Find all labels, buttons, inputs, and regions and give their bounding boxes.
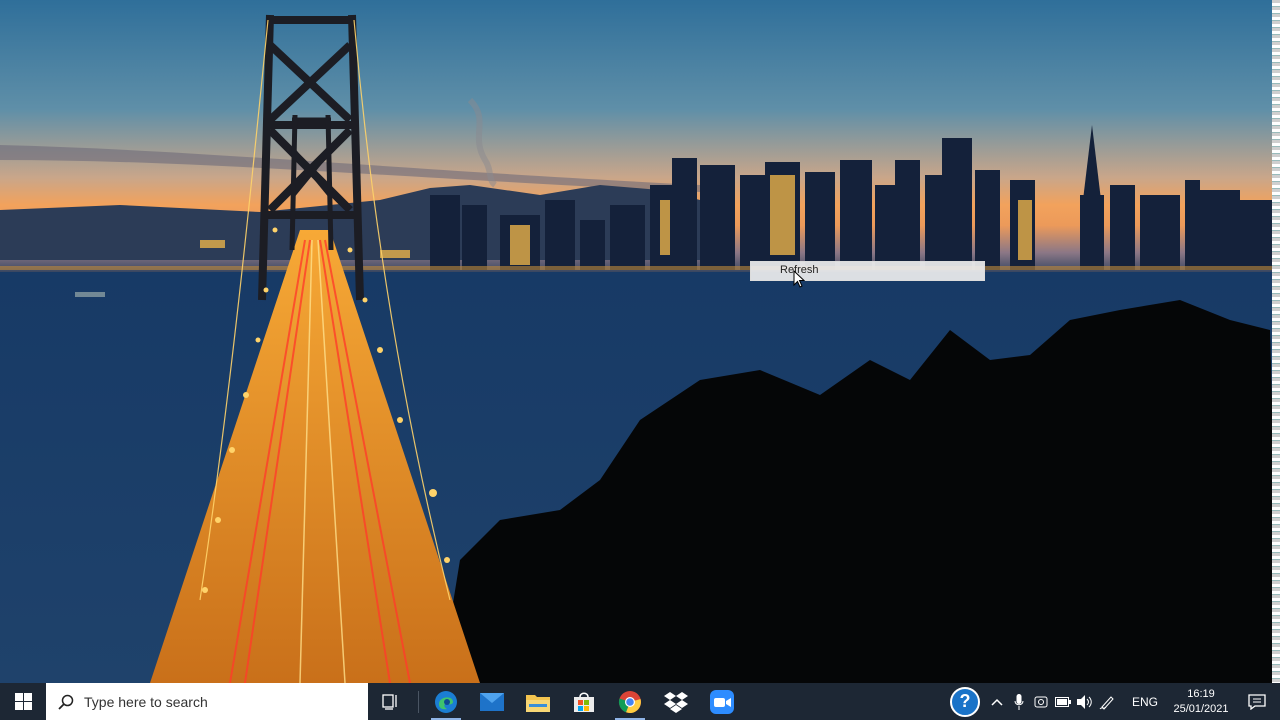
screen-edge-artifact [1272, 0, 1280, 683]
start-button[interactable] [0, 683, 46, 720]
volume-icon[interactable] [1074, 683, 1096, 720]
clock[interactable]: 16:19 25/01/2021 [1168, 687, 1234, 717]
edge-taskbar-button[interactable] [423, 683, 469, 720]
pen-ink-icon[interactable] [1096, 683, 1118, 720]
clock-date: 25/01/2021 [1173, 702, 1229, 715]
taskbar: Type here to search ? ENG 16:19 25/01/20… [0, 683, 1280, 720]
mouse-cursor-icon [793, 270, 805, 288]
zoom-taskbar-button[interactable] [699, 683, 745, 720]
search-placeholder: Type here to search [84, 693, 208, 710]
folder-icon [526, 694, 550, 712]
dropbox-icon [664, 691, 688, 713]
system-tray: ? ENG 16:19 25/01/2021 [949, 683, 1280, 720]
action-center-button[interactable] [1234, 683, 1280, 720]
notification-icon [1248, 693, 1266, 710]
show-hidden-icons-chevron-icon[interactable] [986, 683, 1008, 720]
task-view-icon [382, 693, 397, 710]
taskbar-separator [418, 690, 419, 713]
task-view-button[interactable] [368, 683, 414, 720]
store-bag-icon [574, 692, 594, 712]
dropbox-taskbar-button[interactable] [653, 683, 699, 720]
clock-time: 16:19 [1187, 687, 1215, 700]
desktop[interactable]: Refresh [0, 0, 1280, 683]
chrome-taskbar-button[interactable] [607, 683, 653, 720]
help-icon[interactable]: ? [949, 686, 980, 717]
mail-taskbar-button[interactable] [469, 683, 515, 720]
input-language[interactable]: ENG [1132, 695, 1158, 709]
battery-icon[interactable] [1052, 683, 1074, 720]
wallpaper-scene [0, 14, 1280, 683]
store-taskbar-button[interactable] [561, 683, 607, 720]
file-explorer-taskbar-button[interactable] [515, 683, 561, 720]
chrome-icon [618, 690, 641, 713]
windows-logo-icon [14, 693, 32, 710]
camera-icon[interactable] [1030, 683, 1052, 720]
refresh-menu-item[interactable]: Refresh [750, 261, 985, 281]
search-input[interactable]: Type here to search [46, 683, 368, 720]
mail-icon [480, 692, 504, 711]
edge-icon [435, 690, 457, 713]
search-icon [58, 694, 74, 710]
zoom-icon [710, 689, 734, 714]
microphone-icon[interactable] [1008, 683, 1030, 720]
